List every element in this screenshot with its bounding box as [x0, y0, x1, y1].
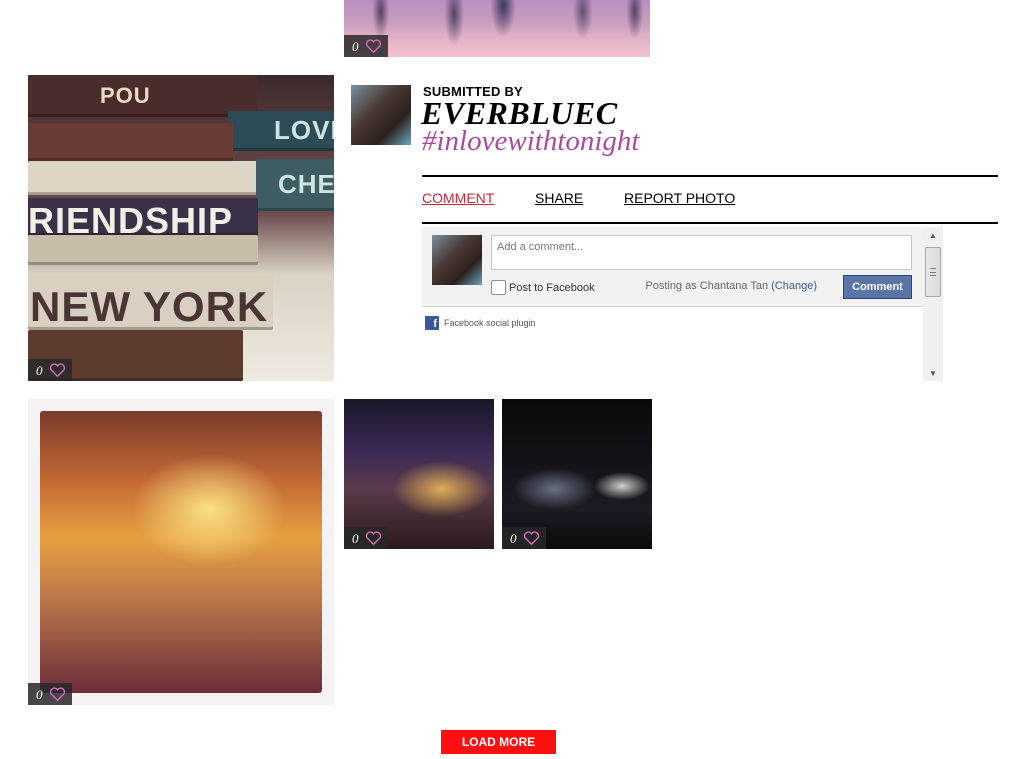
like-badge[interactable]: 0	[28, 683, 72, 705]
heart-icon[interactable]	[49, 363, 66, 377]
post-to-facebook-label: Post to Facebook	[509, 281, 595, 294]
photo-night-skyline-1[interactable]: 0	[344, 399, 494, 549]
photo-restaurant-image[interactable]	[28, 399, 334, 705]
scroll-thumb[interactable]	[925, 247, 941, 297]
heart-icon[interactable]	[49, 687, 66, 701]
grip-icon	[930, 268, 936, 276]
photo-restaurant-frame	[40, 411, 322, 693]
share-link[interactable]: SHARE	[535, 190, 583, 206]
commenter-avatar	[432, 235, 482, 285]
post-to-facebook-checkbox[interactable]	[491, 280, 506, 295]
facebook-plugin-footer[interactable]: f Facebook social plugin	[425, 316, 536, 330]
book-text: CHER	[278, 169, 334, 199]
comments-scrollbar[interactable]: ▲ ▼	[923, 227, 943, 381]
like-count: 0	[36, 686, 43, 702]
like-badge[interactable]: 0	[502, 527, 546, 549]
like-badge[interactable]: 0	[344, 527, 388, 549]
like-badge[interactable]: 0	[344, 35, 388, 57]
book-text: LOVE	[274, 115, 334, 145]
facebook-icon: f	[425, 316, 439, 330]
heart-icon[interactable]	[365, 531, 382, 545]
comment-input[interactable]: Add a comment...	[491, 235, 912, 270]
divider	[422, 175, 998, 177]
load-more-button[interactable]: LOAD MORE	[441, 730, 556, 754]
heart-icon[interactable]	[523, 531, 540, 545]
comment-composer: Add a comment... Post to Facebook Postin…	[422, 227, 923, 307]
book-text: NEW YORK	[30, 283, 269, 330]
photo-caption: #inlovewithtonight	[422, 125, 640, 157]
facebook-comments-widget: Add a comment... Post to Facebook Postin…	[422, 227, 943, 381]
comment-link[interactable]: COMMENT	[422, 190, 494, 206]
photo-crowd-image[interactable]	[344, 0, 650, 57]
book	[28, 123, 233, 161]
change-account-link[interactable]: (Change)	[771, 280, 817, 292]
comment-submit-button[interactable]: Comment	[843, 275, 912, 299]
book-text: POU	[100, 83, 151, 108]
like-count: 0	[510, 530, 517, 546]
like-badge[interactable]: 0	[28, 359, 72, 381]
photo-books[interactable]: POU LOVE CHER RIENDSHIP NEW YORK 0	[28, 75, 334, 381]
photo-crowd[interactable]: 0	[344, 0, 650, 57]
report-photo-link[interactable]: REPORT PHOTO	[624, 190, 735, 206]
posting-as-text: Posting as Chantana Tan (Change)	[645, 280, 817, 292]
photo-books-image[interactable]: POU LOVE CHER RIENDSHIP NEW YORK	[28, 75, 334, 381]
post-to-facebook-option[interactable]: Post to Facebook	[491, 280, 595, 295]
photo-restaurant[interactable]: 0	[28, 399, 334, 705]
like-count: 0	[36, 362, 43, 378]
divider	[422, 222, 998, 224]
scroll-up-arrow-icon[interactable]: ▲	[923, 227, 943, 243]
book-text: RIENDSHIP	[28, 200, 234, 241]
photo-night-skyline-2[interactable]: 0	[502, 399, 652, 549]
book	[28, 161, 268, 195]
submitter-avatar[interactable]	[351, 85, 411, 145]
scroll-down-arrow-icon[interactable]: ▼	[923, 365, 943, 381]
like-count: 0	[352, 530, 359, 546]
posting-as-label: Posting as Chantana Tan	[645, 280, 769, 292]
like-count: 0	[352, 38, 359, 54]
facebook-plugin-label[interactable]: Facebook social plugin	[444, 318, 536, 328]
heart-icon[interactable]	[365, 39, 382, 53]
